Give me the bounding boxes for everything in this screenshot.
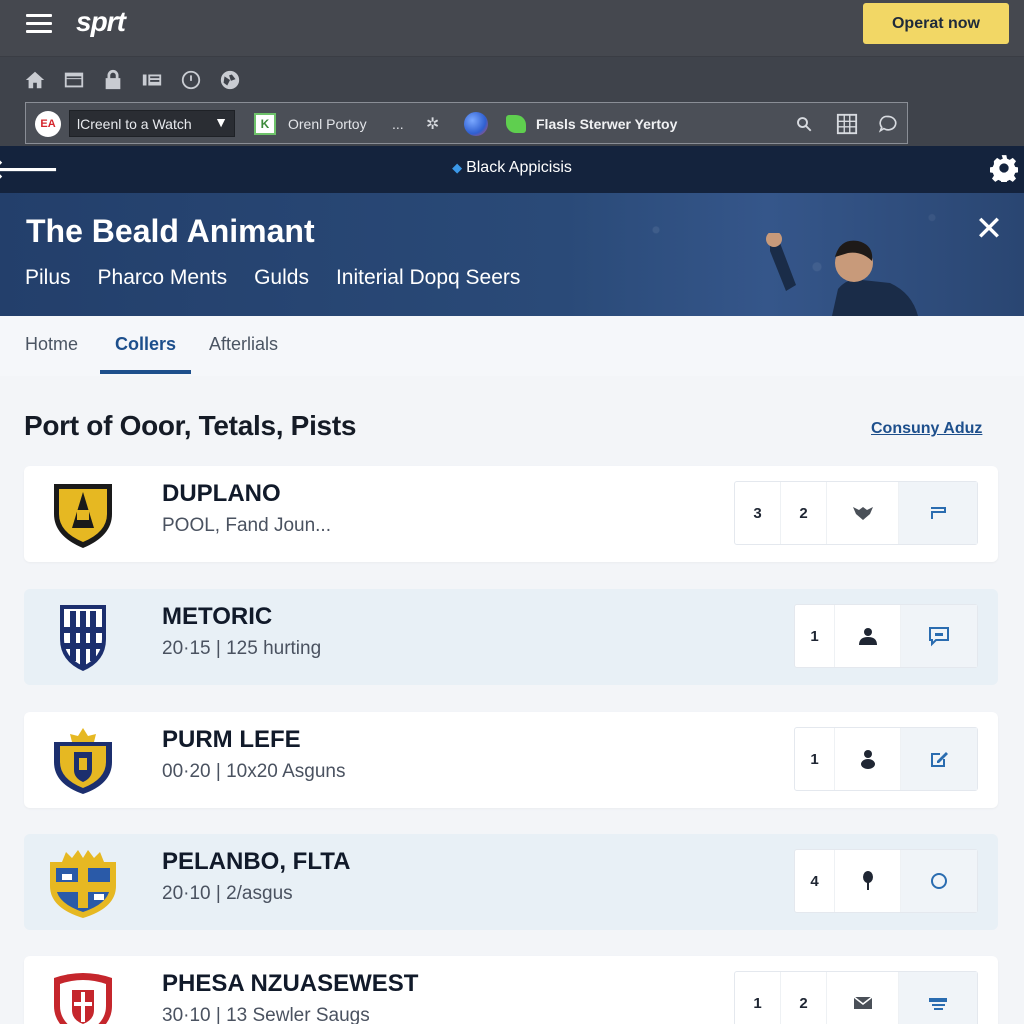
team-card[interactable]: PELANBO, FLTA 20·10 | 2/asgus 4 [24, 834, 998, 930]
team-crest-duplano [54, 484, 112, 548]
hero-banner: The Beald Animant Pilus Pharco Ments Gul… [0, 193, 1024, 316]
count-cell[interactable]: 1 [795, 728, 835, 790]
globe-bookmark-icon[interactable] [464, 111, 488, 137]
circle-icon[interactable] [901, 850, 977, 912]
team-name: PURM LEFE [162, 726, 301, 753]
count-cell[interactable]: 1 [795, 605, 835, 667]
watch-select[interactable]: lCreenl to a Watch ▼ [69, 110, 235, 137]
grid-icon[interactable] [835, 112, 859, 136]
section-title: Port of Ooor, Tetals, Pists [24, 410, 357, 441]
team-crest-metoric [60, 605, 106, 671]
team-subtitle: 30·10 | 13 Sewler Saugs [162, 1005, 370, 1024]
bookmark-more[interactable]: ... [392, 111, 404, 137]
ea-logo-icon[interactable]: EA [35, 111, 61, 137]
person-icon[interactable] [835, 605, 901, 667]
search-icon[interactable] [792, 112, 816, 136]
home-icon[interactable] [22, 67, 48, 93]
count-cell[interactable]: 4 [795, 850, 835, 912]
team-card[interactable]: METORIC 20·15 | 125 hurting 1 [24, 589, 998, 685]
bookmarks-bar: EA lCreenl to a Watch ▼ K Orenl Portoy .… [25, 102, 908, 144]
clock-icon[interactable] [178, 67, 204, 93]
globe-icon[interactable] [217, 67, 243, 93]
team-name: METORIC [162, 603, 273, 630]
count-cell[interactable]: 3 [735, 482, 781, 544]
count-cell[interactable]: 1 [735, 972, 781, 1024]
lock-icon[interactable] [100, 67, 126, 93]
bookmark-sterwer-label: Flasls Sterwer Yertoy [536, 116, 678, 132]
team-card[interactable]: PURM LEFE 00·20 | 10x20 Asguns 1 [24, 712, 998, 808]
tab-collers[interactable]: Collers [100, 334, 192, 374]
team-crest-purm-lefe [54, 728, 112, 794]
nav-title: ◆ Black Appicisis [452, 159, 572, 176]
team-name: DUPLANO [162, 480, 281, 507]
team-name: PHESA NZUASEWEST [162, 970, 419, 997]
section-link[interactable]: Consuny Aduz [871, 420, 982, 438]
team-card[interactable]: DUPLANO POOL, Fand Joun... 3 2 [24, 466, 998, 562]
card-icon[interactable] [899, 972, 977, 1024]
team-actions: 1 [794, 727, 978, 791]
team-actions: 3 2 [734, 481, 978, 545]
browser-toolbar: EA lCreenl to a Watch ▼ K Orenl Portoy .… [0, 57, 1024, 146]
tab-bar: Hotme Collers Afterlials [0, 316, 1024, 376]
hero-link-initerial[interactable]: Initerial Dopq Seers [336, 266, 520, 290]
team-name: PELANBO, FLTA [162, 848, 351, 875]
team-subtitle: POOL, Fand Joun... [162, 515, 331, 536]
library-icon[interactable] [139, 67, 165, 93]
team-actions: 4 [794, 849, 978, 913]
app-square-icon: K [254, 113, 276, 135]
pin-icon[interactable] [835, 850, 901, 912]
close-icon[interactable]: ✕ [973, 212, 1005, 246]
person-icon[interactable] [835, 728, 901, 790]
bookmark-portoy[interactable]: K Orenl Portoy [254, 111, 367, 137]
menu-icon[interactable] [26, 14, 52, 34]
app-logo[interactable]: sprt [76, 6, 126, 38]
nav-bar: 🡐 ◆ Black Appicisis [0, 146, 1024, 193]
team-crest-pelanbo [50, 850, 116, 918]
tab-afterlials[interactable]: Afterlials [209, 334, 278, 369]
team-actions: 1 [794, 604, 978, 668]
team-actions: 1 2 [734, 971, 978, 1024]
hero-link-pilus[interactable]: Pilus [25, 266, 71, 290]
puzzle-icon[interactable]: ✲ [426, 111, 439, 137]
count-cell[interactable]: 2 [781, 482, 827, 544]
bookmark-sterwer[interactable]: Flasls Sterwer Yertoy [506, 111, 677, 137]
gear-icon[interactable] [989, 154, 1020, 185]
team-crest-phesa [54, 973, 112, 1024]
chevron-down-icon: ▼ [214, 114, 228, 130]
team-subtitle: 00·20 | 10x20 Asguns [162, 761, 346, 782]
window-icon[interactable] [61, 67, 87, 93]
hero-title: The Beald Animant [26, 213, 315, 249]
chat-bubble-icon[interactable] [876, 112, 900, 136]
watch-select-value: lCreenl to a Watch [77, 115, 192, 132]
app-bar: sprt Operat now [0, 0, 1024, 57]
tab-hotme[interactable]: Hotme [25, 334, 78, 369]
drop-icon: ◆ [452, 160, 463, 175]
player-figure-image [766, 233, 918, 316]
hero-link-gulds[interactable]: Gulds [254, 266, 309, 290]
flag-icon[interactable] [899, 482, 977, 544]
chat-icon[interactable] [901, 605, 977, 667]
leaf-icon [506, 115, 526, 133]
team-subtitle: 20·15 | 125 hurting [162, 638, 322, 659]
count-cell[interactable]: 2 [781, 972, 827, 1024]
team-card[interactable]: PHESA NZUASEWEST 30·10 | 13 Sewler Saugs… [24, 956, 998, 1024]
hero-link-pharco-ments[interactable]: Pharco Ments [98, 266, 228, 290]
mail-icon[interactable] [827, 972, 899, 1024]
team-subtitle: 20·10 | 2/asgus [162, 883, 293, 904]
operate-now-button[interactable]: Operat now [863, 3, 1009, 44]
wolf-icon[interactable] [827, 482, 899, 544]
bookmark-portoy-label: Orenl Portoy [288, 116, 367, 132]
edit-icon[interactable] [901, 728, 977, 790]
more-label: ... [392, 116, 404, 132]
